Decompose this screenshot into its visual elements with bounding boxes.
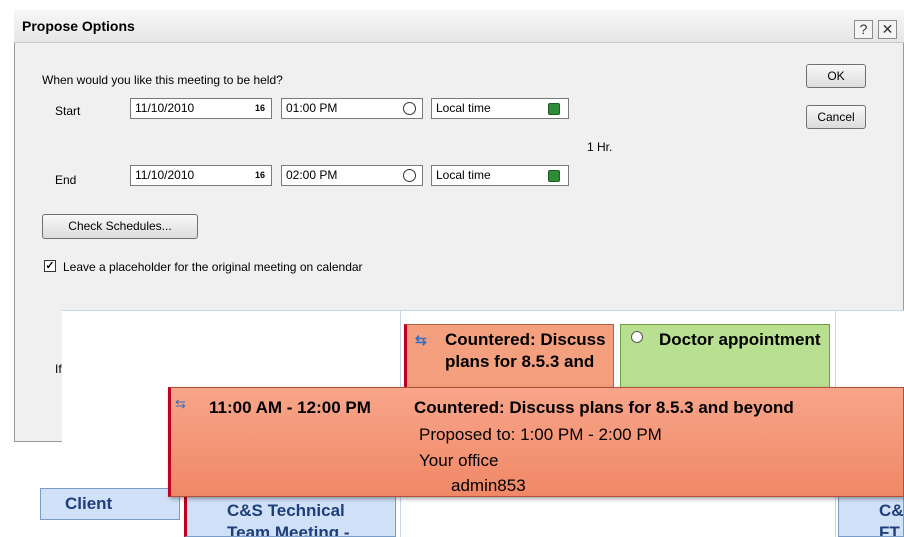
appointment-right[interactable]: C& FT (838, 493, 904, 537)
start-label: Start (55, 104, 81, 118)
meeting-time-question: When would you like this meeting to be h… (42, 73, 283, 87)
dialog-title: Propose Options (22, 18, 135, 34)
check-schedules-button[interactable]: Check Schedules... (42, 214, 198, 239)
start-date-value: 11/10/2010 (135, 101, 195, 115)
timezone-icon[interactable] (548, 103, 560, 115)
dialog-titlebar (14, 10, 904, 43)
close-button[interactable]: ✕ (878, 20, 897, 39)
appointment-countered[interactable]: ⇆ Countered: Discuss plans for 8.5.3 and (404, 324, 614, 390)
clock-icon[interactable] (403, 169, 416, 182)
end-date-value: 11/10/2010 (135, 168, 195, 182)
appointment-technical-text: C&S Technical Team Meeting - (227, 501, 350, 537)
calendar-icon[interactable]: 16 (255, 166, 265, 185)
start-date-field[interactable]: 11/10/2010 16 (130, 98, 272, 119)
start-time-value: 01:00 PM (286, 101, 338, 115)
tooltip-organizer: admin853 (451, 476, 526, 495)
appointment-countered-text: Countered: Discuss plans for 8.5.3 and (445, 330, 606, 371)
appointment-technical[interactable]: C&S Technical Team Meeting - (184, 493, 396, 537)
appointment-right-text: C& FT (879, 501, 904, 537)
help-button[interactable]: ? (854, 20, 873, 39)
calendar-icon[interactable]: 16 (255, 99, 265, 118)
tooltip-proposed: Proposed to: 1:00 PM - 2:00 PM (419, 425, 662, 444)
end-time-value: 02:00 PM (286, 168, 338, 182)
duration-label: 1 Hr. (587, 140, 613, 154)
counter-icon: ⇆ (415, 332, 427, 348)
appointment-tooltip: ⇆ 11:00 AM - 12:00 PM Countered: Discuss… (168, 387, 904, 497)
partial-text: If (55, 362, 62, 376)
appointment-client-text: Client (65, 494, 113, 513)
start-timezone-value: Local time (436, 101, 491, 115)
tooltip-location: Your office (419, 451, 499, 470)
start-timezone-field[interactable]: Local time (431, 98, 569, 119)
counter-icon: ⇆ (175, 396, 186, 411)
appointment-client[interactable]: Client (40, 488, 180, 520)
cancel-button[interactable]: Cancel (806, 105, 866, 129)
end-date-field[interactable]: 11/10/2010 16 (130, 165, 272, 186)
placeholder-checkbox[interactable]: ✓ (44, 260, 56, 272)
start-time-field[interactable]: 01:00 PM (281, 98, 423, 119)
end-time-field[interactable]: 02:00 PM (281, 165, 423, 186)
appointment-doctor[interactable]: Doctor appointment (620, 324, 830, 390)
end-timezone-field[interactable]: Local time (431, 165, 569, 186)
clock-icon[interactable] (403, 102, 416, 115)
appointment-doctor-text: Doctor appointment (659, 330, 821, 349)
end-timezone-value: Local time (436, 168, 491, 182)
end-label: End (55, 173, 77, 187)
tooltip-subject: Countered: Discuss plans for 8.5.3 and b… (414, 398, 794, 417)
ok-button[interactable]: OK (806, 64, 866, 88)
placeholder-label: Leave a placeholder for the original mee… (63, 260, 363, 274)
tooltip-time-range: 11:00 AM - 12:00 PM (209, 398, 371, 417)
clock-icon (631, 331, 643, 343)
timezone-icon[interactable] (548, 170, 560, 182)
